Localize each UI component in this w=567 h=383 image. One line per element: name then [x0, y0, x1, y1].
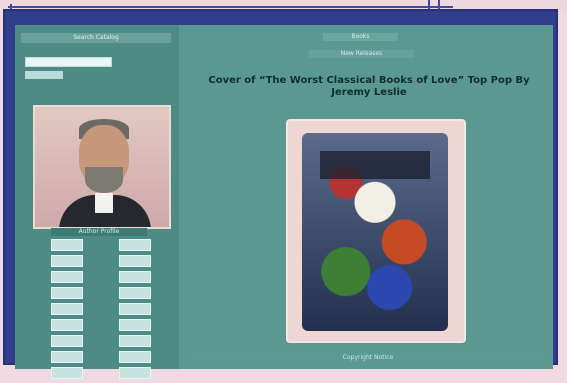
search-input[interactable] — [25, 57, 112, 67]
table-cell[interactable] — [51, 271, 83, 283]
main-small-label-2[interactable]: New Releases — [309, 50, 414, 58]
portrait-beard — [85, 167, 123, 193]
page-title: Cover of “The Worst Classical Books of L… — [208, 75, 530, 98]
book-cover-card[interactable] — [286, 119, 466, 343]
table-cell[interactable] — [119, 303, 151, 315]
portrait-caption: Author Profile — [51, 228, 147, 236]
table-cell[interactable] — [119, 351, 151, 363]
table-cell[interactable] — [51, 367, 83, 379]
table-cell[interactable] — [51, 319, 83, 331]
table-cell[interactable] — [51, 335, 83, 347]
table-cell[interactable] — [51, 255, 83, 267]
table-cell[interactable] — [119, 287, 151, 299]
main-small-label-1[interactable]: Books — [323, 33, 398, 41]
window-frame: Search Catalog Author Profile Books New … — [3, 9, 558, 379]
sidebar-secondary-field[interactable] — [25, 71, 63, 79]
table-column-left — [51, 239, 83, 383]
table-cell[interactable] — [119, 255, 151, 267]
table-cell[interactable] — [119, 367, 151, 379]
table-cell[interactable] — [51, 303, 83, 315]
table-cell[interactable] — [51, 351, 83, 363]
table-cell[interactable] — [119, 271, 151, 283]
table-cell[interactable] — [51, 287, 83, 299]
page-content: Search Catalog Author Profile Books New … — [15, 25, 553, 379]
book-cover-image[interactable] — [302, 133, 448, 331]
sidebar: Search Catalog Author Profile — [15, 25, 179, 379]
sidebar-header: Search Catalog — [21, 33, 171, 43]
table-cell[interactable] — [119, 239, 151, 251]
main-panel: Books New Releases Cover of “The Worst C… — [179, 25, 553, 369]
table-column-right — [119, 239, 151, 383]
window-top-line — [8, 0, 453, 8]
author-portrait — [33, 105, 171, 229]
portrait-shirt — [95, 193, 113, 213]
table-cell[interactable] — [119, 319, 151, 331]
table-cell[interactable] — [51, 239, 83, 251]
footer: Copyright Notice — [193, 353, 543, 363]
table-cell[interactable] — [119, 335, 151, 347]
